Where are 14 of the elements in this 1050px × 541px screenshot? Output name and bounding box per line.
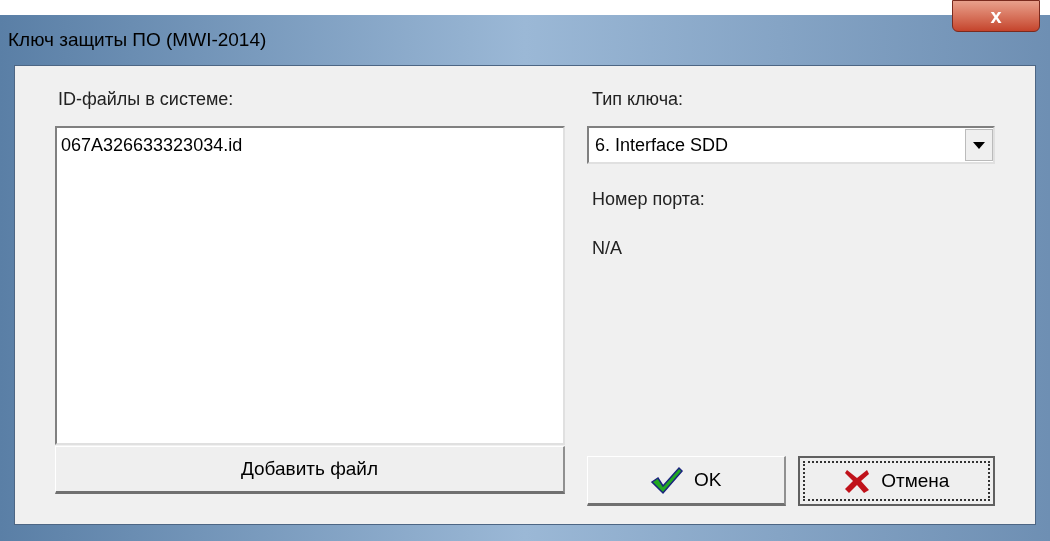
key-type-dropdown[interactable]: 6. Interface SDD xyxy=(587,126,995,164)
files-label: ID-файлы в системе: xyxy=(58,88,235,111)
dropdown-value: 6. Interface SDD xyxy=(594,133,730,157)
file-item[interactable]: 067A326633323034.id xyxy=(61,132,559,159)
port-label: Номер порта: xyxy=(592,188,706,211)
cross-icon xyxy=(843,467,872,495)
file-list[interactable]: 067A326633323034.id xyxy=(55,126,565,445)
checkmark-icon xyxy=(650,465,684,495)
add-file-button[interactable]: Добавить файл xyxy=(55,446,565,494)
key-type-label: Тип ключа: xyxy=(592,88,685,111)
ok-button[interactable]: OK xyxy=(587,456,786,506)
window-title: Ключ защиты ПО (MWI-2014) xyxy=(8,27,267,52)
port-value: N/A xyxy=(592,237,623,260)
cancel-button[interactable]: Отмена xyxy=(797,456,995,506)
